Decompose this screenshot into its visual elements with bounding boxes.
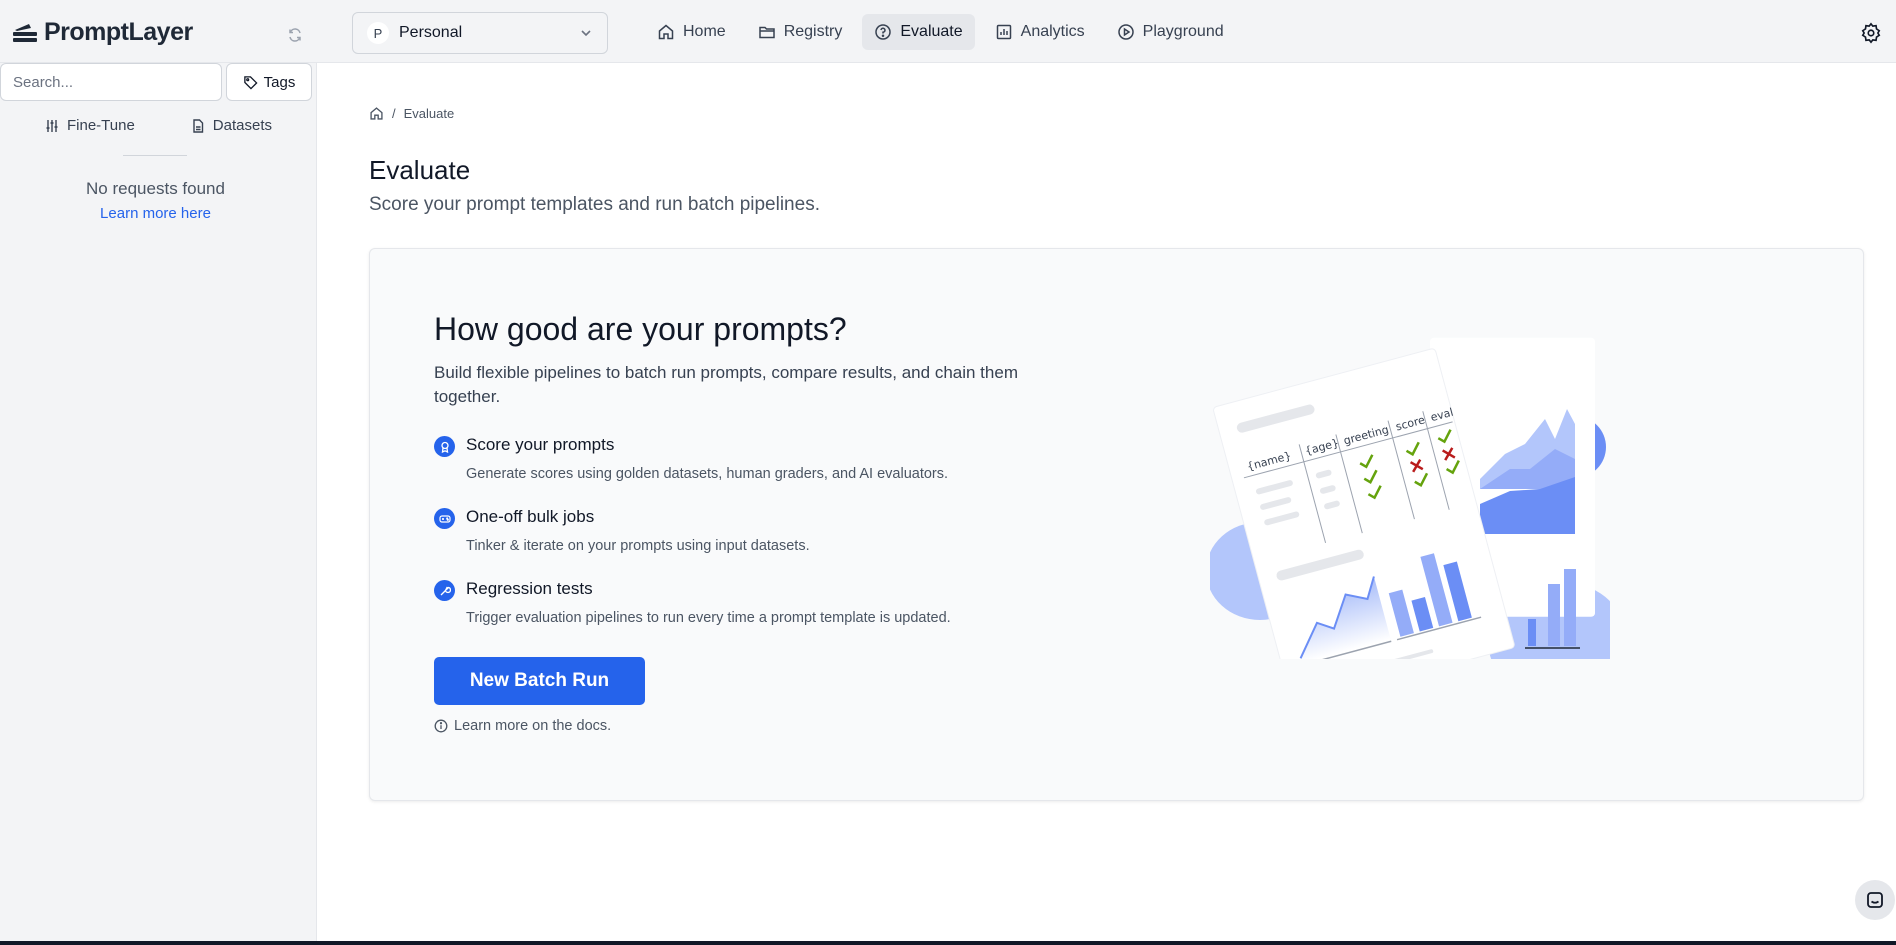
wrench-icon (434, 580, 455, 601)
sliders-icon (46, 119, 58, 132)
card-description: Build flexible pipelines to batch run pr… (434, 363, 1018, 406)
feature-description: Trigger evaluation pipelines to run ever… (466, 610, 951, 626)
tag-icon (243, 75, 258, 90)
chat-icon (1867, 892, 1883, 908)
app-logo[interactable]: PromptLayer (12, 18, 193, 47)
nav-analytics-label: Analytics (1020, 23, 1085, 40)
page-title: Evaluate (369, 155, 471, 185)
file-icon (193, 118, 203, 133)
home-icon[interactable] (369, 106, 384, 121)
docs-link-label: Learn more on the docs. (454, 718, 612, 734)
evaluate-intro-card: How good are your prompts? Build flexibl… (369, 248, 1864, 801)
card-title: How good are your prompts? (434, 311, 847, 347)
nav-home-label: Home (683, 23, 726, 40)
main-nav: Home Registry Evaluate Analytics Playgro… (645, 14, 1236, 50)
sidebar-tab-fine-tune[interactable]: Fine-Tune (45, 117, 135, 134)
chat-support-button[interactable] (1855, 880, 1895, 920)
settings-button[interactable] (1860, 22, 1882, 44)
workspace-name: Personal (399, 24, 463, 41)
feature-description: Generate scores using golden datasets, h… (466, 466, 949, 482)
sidebar-tab-datasets[interactable]: Datasets (191, 117, 272, 134)
app-name: PromptLayer (44, 18, 193, 46)
workspace-selector[interactable]: P Personal (352, 12, 608, 54)
sidebar-tab-fine-tune-label: Fine-Tune (66, 117, 135, 134)
refresh-button[interactable] (284, 24, 306, 46)
info-icon (434, 719, 448, 733)
award-icon (434, 436, 455, 457)
folder-icon (758, 26, 775, 39)
feature-title: Score your prompts (466, 435, 615, 454)
nav-evaluate[interactable]: Evaluate (862, 14, 975, 50)
gear-icon (1861, 22, 1881, 44)
tags-button[interactable]: Tags (226, 63, 312, 101)
chevron-down-icon (581, 30, 591, 37)
page-subtitle: Score your prompt templates and run batc… (369, 194, 820, 215)
empty-requests-message: No requests found (86, 179, 225, 198)
home-icon (658, 24, 674, 40)
feature-title: Regression tests (466, 579, 593, 598)
sidebar-tab-datasets-label: Datasets (212, 117, 272, 134)
feature-title: One-off bulk jobs (466, 507, 595, 526)
promptlayer-logo-icon (13, 23, 37, 42)
top-navigation-bar: PromptLayer P Personal Home Registry Eva… (0, 0, 1896, 63)
sidebar-tabs: Fine-Tune Datasets (0, 117, 317, 134)
gamepad-icon (434, 508, 455, 529)
nav-evaluate-label: Evaluate (900, 23, 963, 40)
new-batch-run-button[interactable]: New Batch Run (434, 657, 645, 705)
nav-playground-label: Playground (1142, 23, 1224, 40)
sidebar: Tags Fine-Tune Datasets No requests foun… (0, 63, 317, 945)
play-circle-icon (1117, 24, 1134, 40)
workspace-avatar: P (367, 22, 389, 44)
nav-playground[interactable]: Playground (1105, 14, 1236, 50)
nav-registry-label: Registry (783, 23, 843, 40)
help-circle-icon (875, 24, 892, 40)
bottom-border (0, 941, 1896, 945)
breadcrumb: / Evaluate (369, 106, 454, 121)
breadcrumb-separator: / (392, 106, 396, 121)
search-input[interactable] (0, 63, 222, 101)
feature-description: Tinker & iterate on your prompts using i… (466, 538, 810, 554)
evaluation-illustration: {name} {age} greeting score eval (1210, 337, 1610, 659)
nav-registry[interactable]: Registry (746, 14, 855, 50)
tags-button-label: Tags (263, 73, 296, 91)
nav-analytics[interactable]: Analytics (983, 14, 1097, 50)
bar-chart-icon (996, 24, 1011, 40)
learn-more-link[interactable]: Learn more here (0, 205, 311, 222)
sidebar-divider (123, 155, 187, 156)
breadcrumb-current: Evaluate (403, 106, 455, 121)
nav-home[interactable]: Home (645, 14, 738, 50)
refresh-icon (289, 28, 301, 42)
docs-link[interactable]: Learn more on the docs. (434, 718, 611, 734)
